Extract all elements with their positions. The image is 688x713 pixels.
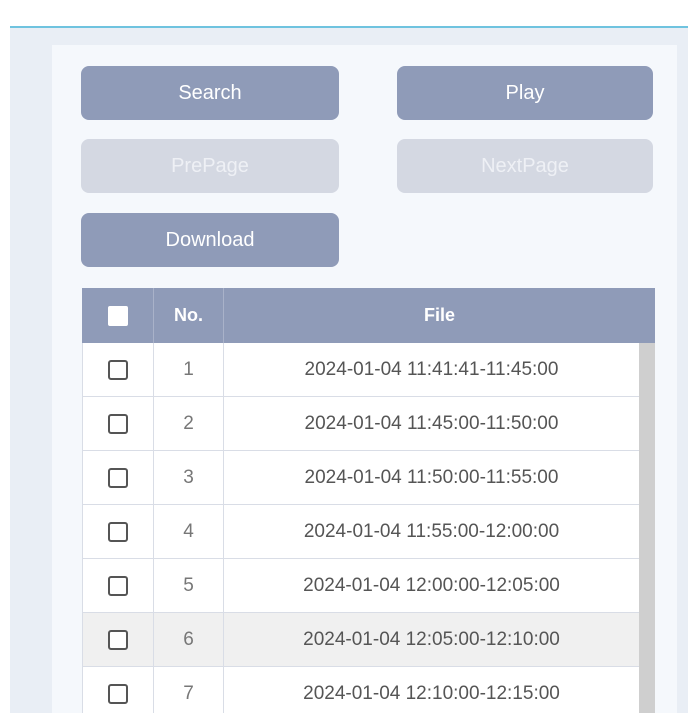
table-row[interactable]: 1 2024-01-04 11:41:41-11:45:00 <box>82 343 639 397</box>
row-checkbox[interactable] <box>108 359 128 380</box>
top-strip <box>0 0 688 26</box>
table-row[interactable]: 5 2024-01-04 12:00:00-12:05:00 <box>82 559 639 613</box>
row-checkbox-cell <box>83 505 154 558</box>
table-row[interactable]: 7 2024-01-04 12:10:00-12:15:00 <box>82 667 639 713</box>
row-number: 5 <box>154 559 224 612</box>
row-checkbox-cell <box>83 343 154 396</box>
row-checkbox[interactable] <box>108 683 128 704</box>
row-number: 4 <box>154 505 224 558</box>
table-row[interactable]: 6 2024-01-04 12:05:00-12:10:00 <box>82 613 639 667</box>
row-checkbox-cell <box>83 559 154 612</box>
row-checkbox-cell <box>83 397 154 450</box>
row-number: 3 <box>154 451 224 504</box>
table-header: No. File <box>82 288 655 343</box>
row-file: 2024-01-04 12:10:00-12:15:00 <box>303 682 560 704</box>
prepage-button[interactable]: PrePage <box>81 139 339 193</box>
header-file: File <box>423 305 455 325</box>
row-checkbox-cell <box>83 667 154 713</box>
row-checkbox[interactable] <box>108 521 128 542</box>
row-file: 2024-01-04 11:41:41-11:45:00 <box>304 358 559 380</box>
row-checkbox[interactable] <box>108 575 128 596</box>
row-checkbox-cell <box>83 451 154 504</box>
header-number: No. <box>154 288 224 343</box>
row-checkbox[interactable] <box>108 413 128 434</box>
row-number: 6 <box>154 613 224 666</box>
row-number: 7 <box>154 667 224 713</box>
row-file: 2024-01-04 11:45:00-11:50:00 <box>304 412 559 434</box>
download-button[interactable]: Download <box>81 213 339 267</box>
row-file: 2024-01-04 11:55:00-12:00:00 <box>303 520 560 542</box>
table-body: 1 2024-01-04 11:41:41-11:45:00 2 2024-01-04… <box>82 343 639 713</box>
row-file: 2024-01-04 12:05:00-12:10:00 <box>303 628 560 650</box>
table-row[interactable]: 2 2024-01-04 11:45:00-11:50:00 <box>82 397 639 451</box>
play-button[interactable]: Play <box>397 66 653 120</box>
table-row[interactable]: 4 2024-01-04 11:55:00-12:00:00 <box>82 505 639 559</box>
row-number: 1 <box>154 343 224 396</box>
table-row[interactable]: 3 2024-01-04 11:50:00-11:55:00 <box>82 451 639 505</box>
row-file: 2024-01-04 12:00:00-12:05:00 <box>303 574 560 596</box>
row-file: 2024-01-04 11:50:00-11:55:00 <box>304 466 559 488</box>
nextpage-button[interactable]: NextPage <box>397 139 653 193</box>
row-checkbox[interactable] <box>108 629 128 650</box>
row-checkbox-cell <box>83 613 154 666</box>
row-number: 2 <box>154 397 224 450</box>
select-all-checkbox[interactable] <box>107 305 128 326</box>
search-button[interactable]: Search <box>81 66 339 120</box>
file-table: No. File 1 2024-01-04 11:41:41-11:45:00 2 2… <box>82 288 655 713</box>
table-scrollbar[interactable] <box>639 343 655 713</box>
header-checkbox-cell <box>82 288 154 343</box>
row-checkbox[interactable] <box>108 467 128 488</box>
